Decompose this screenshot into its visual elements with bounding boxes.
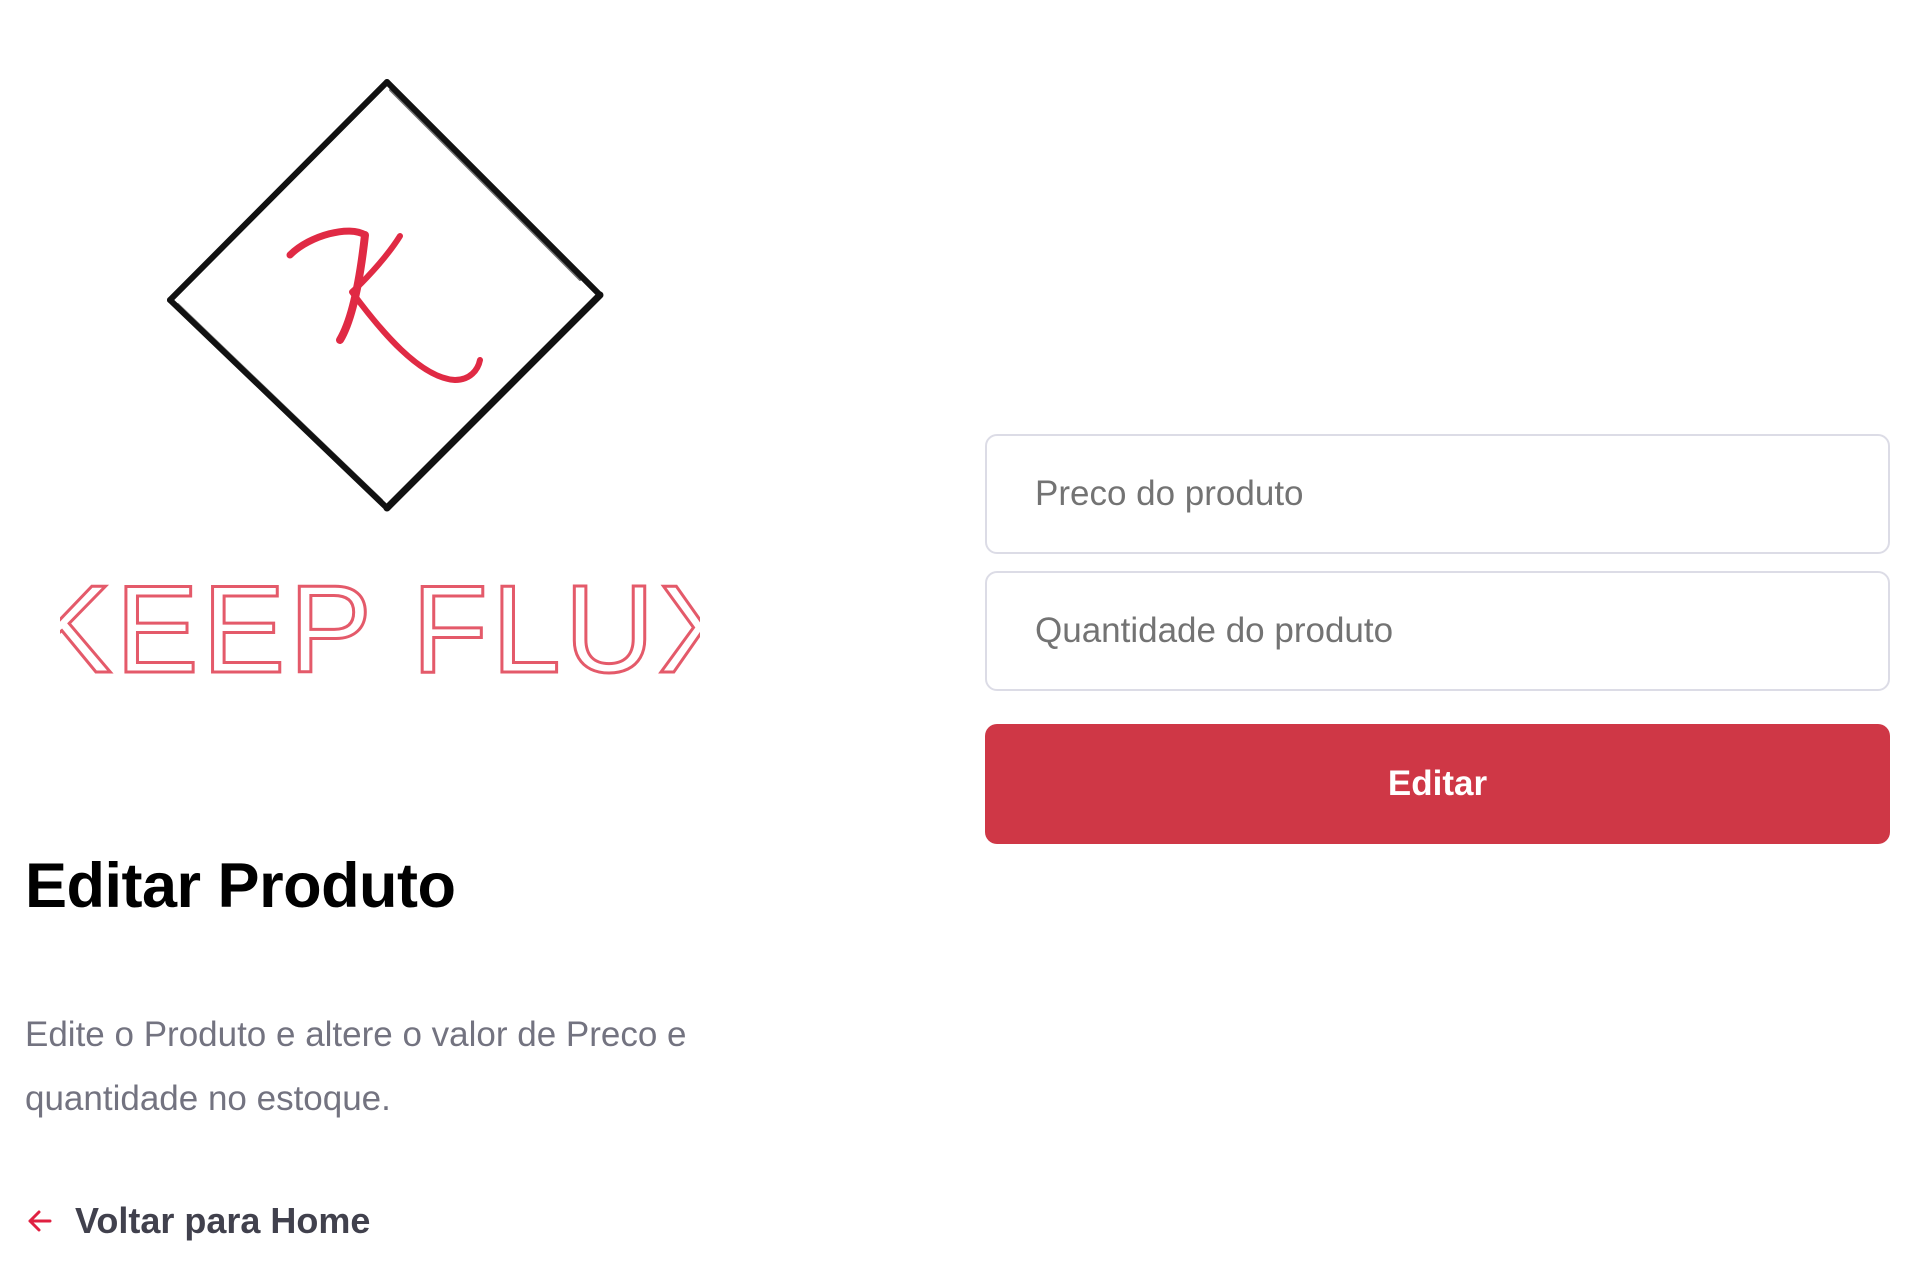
logo-wordmark: KEEP FLUX xyxy=(60,561,700,699)
keep-flux-logo: KEEP FLUX xyxy=(60,60,700,700)
price-input[interactable] xyxy=(985,434,1890,554)
logo-diamond-frame xyxy=(167,79,604,512)
quantity-input[interactable] xyxy=(985,571,1890,691)
product-edit-info: KEEP FLUX Editar Produto Edite o Produto… xyxy=(0,0,900,1274)
edit-product-form: Editar xyxy=(985,434,1890,844)
page-title: Editar Produto xyxy=(25,851,456,921)
logo-k-monogram xyxy=(286,227,483,383)
page-description: Edite o Produto e altere o valor de Prec… xyxy=(25,1015,687,1118)
arrow-left-icon xyxy=(25,1206,55,1236)
back-to-home-link[interactable]: Voltar para Home xyxy=(25,1200,370,1242)
back-link-label: Voltar para Home xyxy=(75,1200,371,1241)
edit-submit-button[interactable]: Editar xyxy=(985,724,1890,844)
